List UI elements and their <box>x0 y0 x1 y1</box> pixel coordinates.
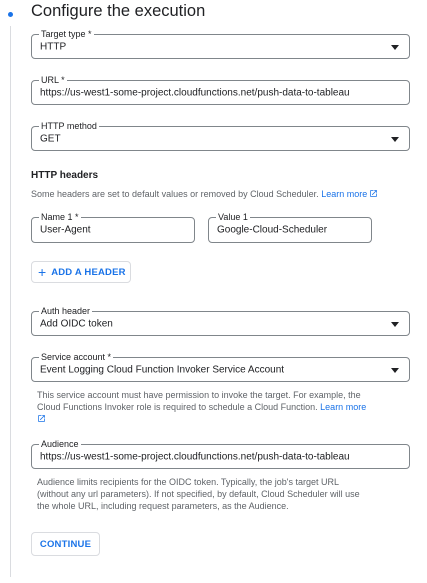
header-name-label: Name 1 * <box>39 211 81 223</box>
http-headers-heading: HTTP headers <box>31 170 99 181</box>
header-value-field[interactable]: Value 1 Google-Cloud-Scheduler <box>208 211 372 243</box>
http-headers-help: Some headers are set to default values o… <box>31 188 378 200</box>
continue-label: CONTINUE <box>39 538 92 550</box>
arrow-drop-down-icon <box>391 321 399 327</box>
target-type-label: Target type * <box>39 28 94 40</box>
audience-help-line1: Audience limits recipients for the OIDC … <box>37 477 340 487</box>
url-value: https://us-west1-some-project.cloudfunct… <box>40 87 350 98</box>
http-method-select[interactable]: HTTP method GET <box>31 120 410 151</box>
learn-more-link[interactable]: Learn more <box>320 402 366 412</box>
section-title: Configure the execution <box>31 2 206 20</box>
url-field[interactable]: URL * https://us-west1-some-project.clou… <box>31 74 410 105</box>
external-link-row <box>37 413 366 425</box>
stepper-line <box>10 26 11 577</box>
audience-field[interactable]: Audience https://us-west1-some-project.c… <box>31 438 410 469</box>
arrow-drop-down-icon <box>391 136 399 142</box>
auth-header-value: Add OIDC token <box>40 318 113 329</box>
header-value-value: Google-Cloud-Scheduler <box>217 224 328 236</box>
continue-button[interactable]: CONTINUE <box>31 532 100 556</box>
arrow-drop-down-icon <box>391 367 399 373</box>
service-account-help-line2: Cloud Functions Invoker role is required… <box>37 402 318 412</box>
plus-icon: + <box>38 264 47 280</box>
auth-header-label: Auth header <box>39 305 93 317</box>
service-account-help: This service account must have permissio… <box>37 389 366 425</box>
header-name-value: User-Agent <box>40 224 91 236</box>
http-method-label: HTTP method <box>39 120 99 132</box>
service-account-label: Service account * <box>39 351 114 363</box>
open-in-new-icon[interactable] <box>369 189 378 198</box>
auth-header-select[interactable]: Auth header Add OIDC token <box>31 305 410 336</box>
http-headers-help-text: Some headers are set to default values o… <box>31 189 319 199</box>
step-dot-icon <box>8 12 13 17</box>
audience-help: Audience limits recipients for the OIDC … <box>37 476 360 512</box>
http-method-value: GET <box>40 133 61 144</box>
target-type-value: HTTP <box>40 41 67 52</box>
open-in-new-icon[interactable] <box>37 414 46 423</box>
audience-help-line2: (without any url parameters). If not spe… <box>37 489 360 499</box>
service-account-select[interactable]: Service account * Event Logging Cloud Fu… <box>31 351 410 382</box>
url-label: URL * <box>39 74 67 86</box>
add-header-button[interactable]: + ADD A HEADER <box>31 261 131 283</box>
header-value-label: Value 1 <box>216 211 250 223</box>
add-header-label: ADD A HEADER <box>51 266 126 278</box>
service-account-value: Event Logging Cloud Function Invoker Ser… <box>40 364 285 375</box>
header-name-field[interactable]: Name 1 * User-Agent <box>31 211 195 243</box>
arrow-drop-down-icon <box>391 44 399 50</box>
audience-label: Audience <box>39 438 81 450</box>
learn-more-link[interactable]: Learn more <box>321 189 367 199</box>
service-account-help-line1: This service account must have permissio… <box>37 390 361 400</box>
audience-value: https://us-west1-some-project.cloudfunct… <box>40 451 350 462</box>
service-account-help-line2-row: Cloud Functions Invoker role is required… <box>37 401 366 413</box>
target-type-select[interactable]: Target type * HTTP <box>31 28 410 59</box>
audience-help-line3: the whole URL, including request paramet… <box>37 501 289 511</box>
